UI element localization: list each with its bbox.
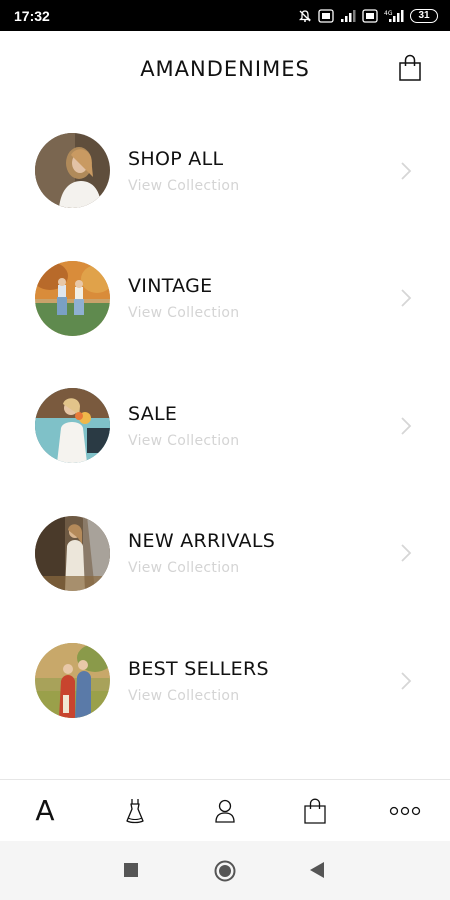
account-icon xyxy=(215,799,235,823)
shopping-bag-icon xyxy=(304,798,326,824)
collection-thumbnail xyxy=(35,133,110,209)
home-system-button[interactable] xyxy=(214,860,236,882)
volte-icon xyxy=(318,8,334,23)
battery-icon: 31 xyxy=(410,8,438,23)
chevron-right-icon xyxy=(401,672,412,690)
collection-title: SHOP ALL xyxy=(128,147,224,170)
chevron-right-icon xyxy=(401,417,412,435)
collection-item-shop-all[interactable]: SHOP ALL View Collection xyxy=(0,107,450,235)
volte-icon xyxy=(362,8,378,23)
collection-item-vintage[interactable]: VINTAGE View Collection xyxy=(0,235,450,363)
shopping-bag-icon xyxy=(399,54,421,81)
battery-level: 31 xyxy=(418,9,430,21)
svg-text:4G: 4G xyxy=(384,10,393,17)
collection-subtitle: View Collection xyxy=(128,177,240,194)
collection-thumbnail xyxy=(35,260,110,336)
app-header: AMANDENIMES xyxy=(0,31,450,107)
bottom-nav: A xyxy=(0,779,450,841)
chevron-right-icon xyxy=(401,544,412,562)
nav-shop[interactable] xyxy=(105,791,165,831)
status-time: 17:32 xyxy=(14,7,50,24)
signal-icon xyxy=(340,9,356,23)
home-circle-icon xyxy=(214,860,236,882)
recents-square-icon xyxy=(124,863,138,877)
collection-thumbnail xyxy=(35,388,110,464)
chevron-right-icon xyxy=(401,289,412,307)
collection-list: SHOP ALL View Collection VINTAGE View Co… xyxy=(0,107,450,745)
collection-title: SALE xyxy=(128,402,178,425)
status-bar: 17:32 4G 31 xyxy=(0,0,450,31)
collection-item-sale[interactable]: SALE View Collection xyxy=(0,362,450,490)
collection-thumbnail xyxy=(35,515,110,591)
brand-title: AMANDENIMES xyxy=(140,57,310,81)
chevron-right-icon xyxy=(401,162,412,180)
collection-subtitle: View Collection xyxy=(128,560,240,577)
collection-subtitle: View Collection xyxy=(128,432,240,449)
recents-button[interactable] xyxy=(124,863,138,877)
nav-home[interactable]: A xyxy=(15,791,75,831)
system-nav-bar xyxy=(0,841,450,900)
back-triangle-icon xyxy=(310,862,324,878)
mute-icon xyxy=(298,9,312,23)
back-system-button[interactable] xyxy=(310,862,324,878)
more-icon xyxy=(389,806,421,815)
collection-title: BEST SELLERS xyxy=(128,657,269,680)
nav-account[interactable] xyxy=(195,791,255,831)
collection-subtitle: View Collection xyxy=(128,305,240,322)
collection-title: VINTAGE xyxy=(128,275,213,298)
collection-thumbnail xyxy=(35,643,110,719)
nav-more[interactable] xyxy=(375,791,435,831)
collection-title: NEW ARRIVALS xyxy=(128,530,276,553)
collection-item-new-arrivals[interactable]: NEW ARRIVALS View Collection xyxy=(0,490,450,618)
home-logo-icon: A xyxy=(35,794,55,827)
collection-subtitle: View Collection xyxy=(128,687,240,704)
collection-item-best-sellers[interactable]: BEST SELLERS View Collection xyxy=(0,617,450,745)
nav-cart[interactable] xyxy=(285,791,345,831)
cart-button[interactable] xyxy=(396,53,424,83)
signal-4g-icon: 4G xyxy=(384,9,404,23)
dress-icon xyxy=(126,798,144,823)
status-icons: 4G 31 xyxy=(298,8,438,23)
